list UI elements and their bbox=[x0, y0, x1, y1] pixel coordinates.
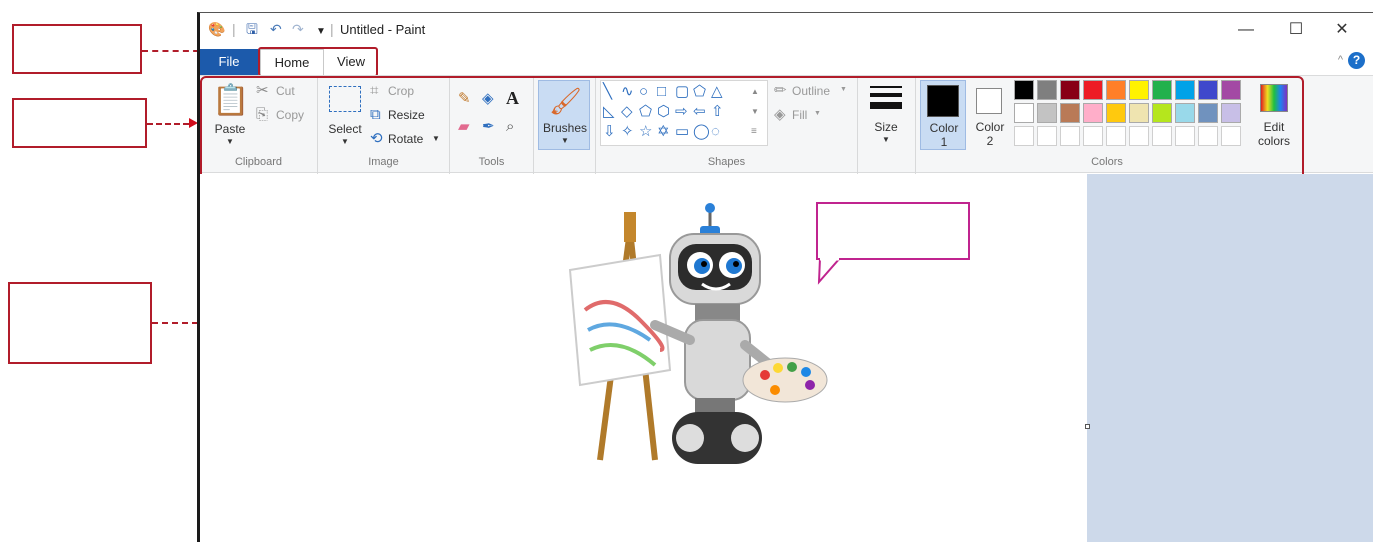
palette-icon bbox=[742, 357, 828, 403]
undo-icon[interactable]: ↶ bbox=[270, 20, 282, 38]
help-icon[interactable]: ? bbox=[1348, 52, 1365, 69]
paint-app-icon[interactable]: 🎨 bbox=[208, 20, 225, 38]
drawing-canvas[interactable] bbox=[200, 174, 1087, 542]
easel-icon bbox=[568, 212, 672, 461]
save-icon[interactable]: 🖫 bbox=[246, 20, 258, 38]
robot-icon bbox=[650, 203, 775, 464]
workspace bbox=[200, 174, 1373, 542]
annotation-highlight-tabs bbox=[258, 47, 378, 77]
speech-bubble bbox=[816, 202, 970, 260]
speech-bubble-tail bbox=[817, 258, 842, 285]
robot-painter-illustration bbox=[568, 203, 828, 464]
annotation-highlight-ribbon bbox=[200, 76, 1304, 180]
title-bar: 🎨 | 🖫 ↶ ↷ ▼ | Untitled - Paint — ☐ ✕ bbox=[200, 13, 1373, 47]
tab-file[interactable]: File bbox=[200, 49, 258, 75]
separator: | bbox=[232, 21, 236, 37]
annotation-box-tabs bbox=[12, 24, 142, 74]
ribbon-tab-row: File Home View ^ ? bbox=[200, 47, 1373, 77]
redo-icon[interactable]: ↷ bbox=[292, 20, 304, 38]
maximize-button[interactable]: ☐ bbox=[1274, 16, 1318, 44]
canvas-resize-handle[interactable] bbox=[1085, 424, 1090, 429]
close-button[interactable]: ✕ bbox=[1320, 16, 1364, 44]
ribbon: 📋 Paste ▼ ✂ Cut ⎘ Copy Clipboard Select … bbox=[200, 75, 1373, 180]
minimize-button[interactable]: — bbox=[1224, 16, 1268, 44]
window-title: Untitled - Paint bbox=[340, 22, 426, 37]
separator: | bbox=[330, 21, 334, 37]
annotation-arrow-ribbon bbox=[147, 123, 189, 125]
paint-window: 🎨 | 🖫 ↶ ↷ ▼ | Untitled - Paint — ☐ ✕ Fil… bbox=[197, 12, 1373, 542]
annotation-box-canvas bbox=[8, 282, 152, 364]
collapse-ribbon-icon[interactable]: ^ bbox=[1338, 54, 1343, 66]
customize-toolbar-icon[interactable]: ▼ bbox=[316, 23, 326, 41]
annotation-box-ribbon bbox=[12, 98, 147, 148]
